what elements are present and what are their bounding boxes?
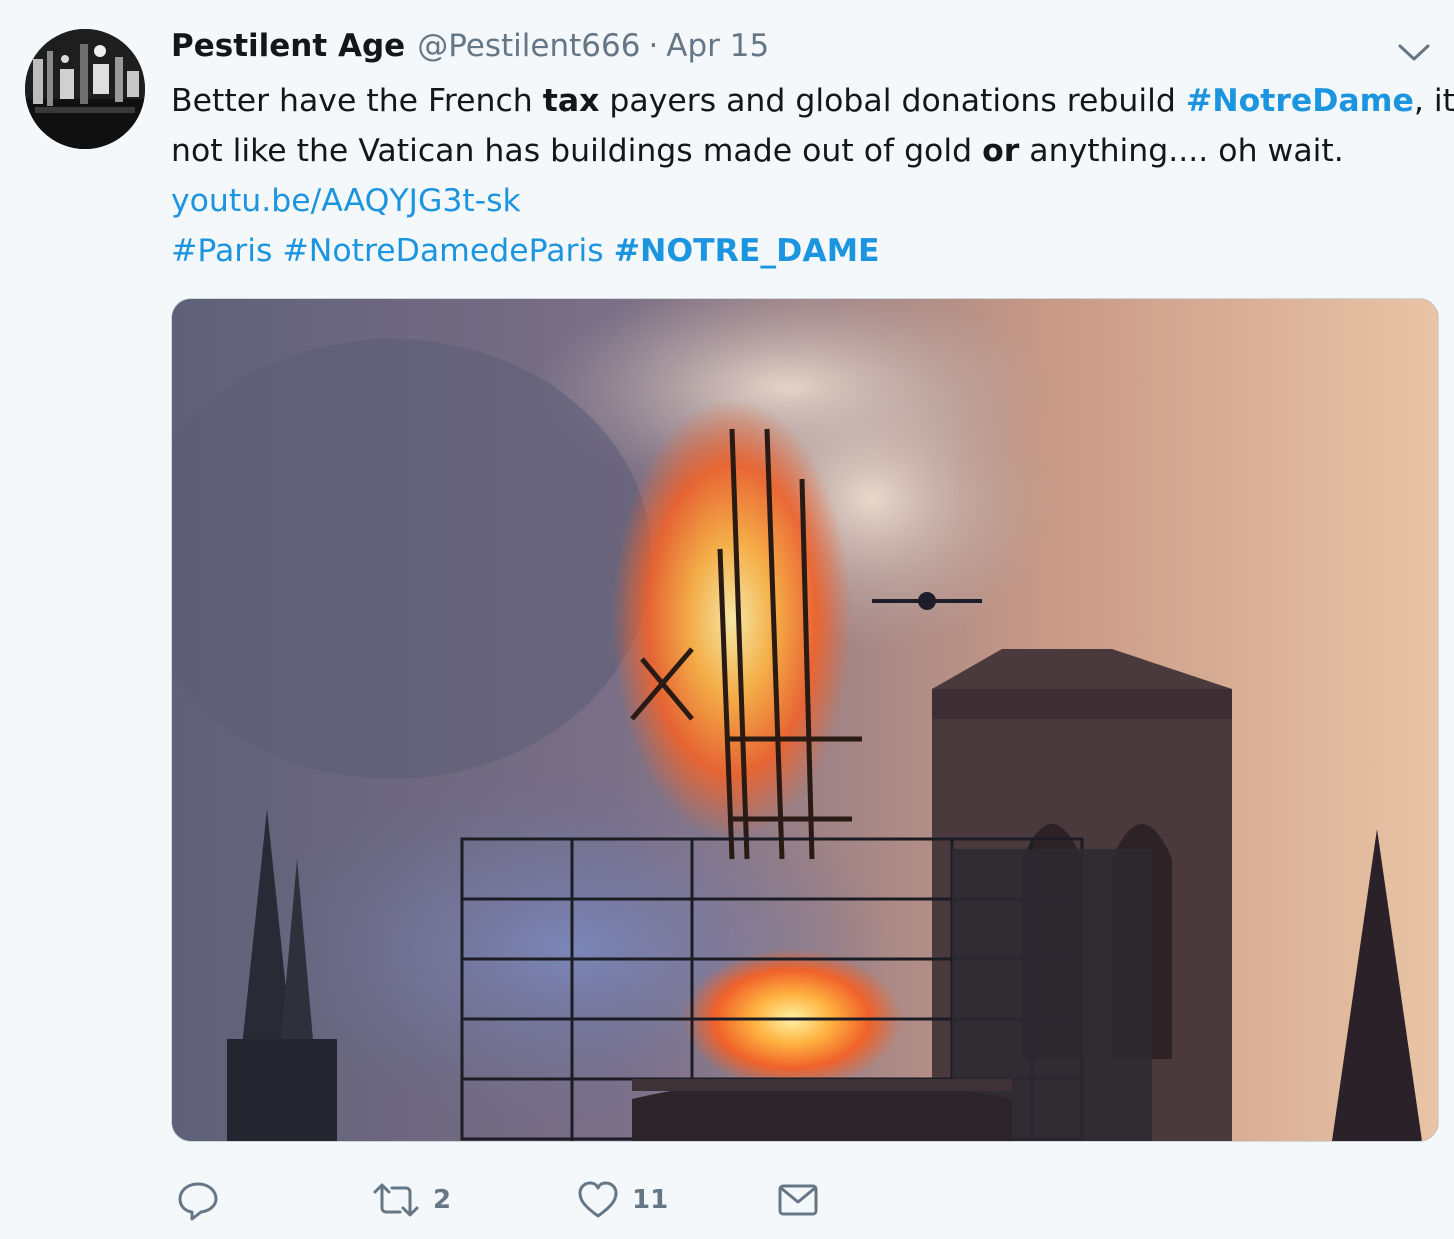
envelope-icon [776, 1178, 820, 1222]
like-button[interactable]: 11 [576, 1172, 668, 1228]
reply-icon [176, 1178, 220, 1222]
author-name[interactable]: Pestilent Age [171, 28, 405, 64]
tweet-text-line-3: youtu.be/AAQYJG3t-sk [171, 176, 1439, 226]
hashtag-notredame[interactable]: #NotreDame [1186, 83, 1414, 119]
text-segment: , it's [1413, 83, 1454, 119]
like-count: 11 [632, 1185, 669, 1215]
text-segment: Better have the French [171, 83, 543, 119]
tweet-text: Better have the French tax payers and gl… [171, 76, 1454, 276]
caret-down-icon[interactable] [1396, 38, 1432, 66]
tweet-date[interactable]: Apr 15 [666, 28, 769, 64]
header-separator: · [648, 28, 659, 64]
hashtag-notredamedeparis[interactable]: #NotreDamedeParis [282, 233, 603, 269]
hashtag-paris[interactable]: #Paris [171, 233, 272, 269]
direct-message-button[interactable] [776, 1172, 820, 1228]
retweet-icon [371, 1178, 421, 1222]
tweet-text-line-1: Better have the French tax payers and gl… [171, 76, 1454, 126]
tweet-header: Pestilent Age @Pestilent666 · Apr 15 [171, 28, 769, 72]
author-handle[interactable]: @Pestilent666 [417, 28, 640, 64]
text-bold-tax: tax [542, 83, 600, 119]
tweet-text-line-4: #Paris #NotreDamedeParis #NOTRE_DAME [171, 226, 1439, 276]
text-bold-or: or [982, 133, 1020, 169]
text-segment: payers and global donations rebuild [599, 83, 1186, 119]
text-segment: not like the Vatican has buildings made … [171, 133, 983, 169]
heart-icon [576, 1178, 620, 1222]
tweet-actions: 2 11 [171, 1172, 871, 1228]
tweet-text-line-2: not like the Vatican has buildings made … [171, 126, 1439, 176]
tweet-media-image[interactable] [171, 298, 1439, 1142]
retweet-button[interactable]: 2 [371, 1172, 451, 1228]
avatar[interactable] [25, 29, 145, 149]
reply-button[interactable] [176, 1172, 232, 1228]
tweet[interactable]: Pestilent Age @Pestilent666 · Apr 15 Bet… [0, 0, 1454, 1239]
text-segment: anything.... oh wait. [1019, 133, 1344, 169]
hashtag-notre-dame-caps[interactable]: #NOTRE_DAME [614, 233, 880, 269]
retweet-count: 2 [433, 1185, 452, 1215]
youtube-link[interactable]: youtu.be/AAQYJG3t-sk [171, 183, 521, 219]
